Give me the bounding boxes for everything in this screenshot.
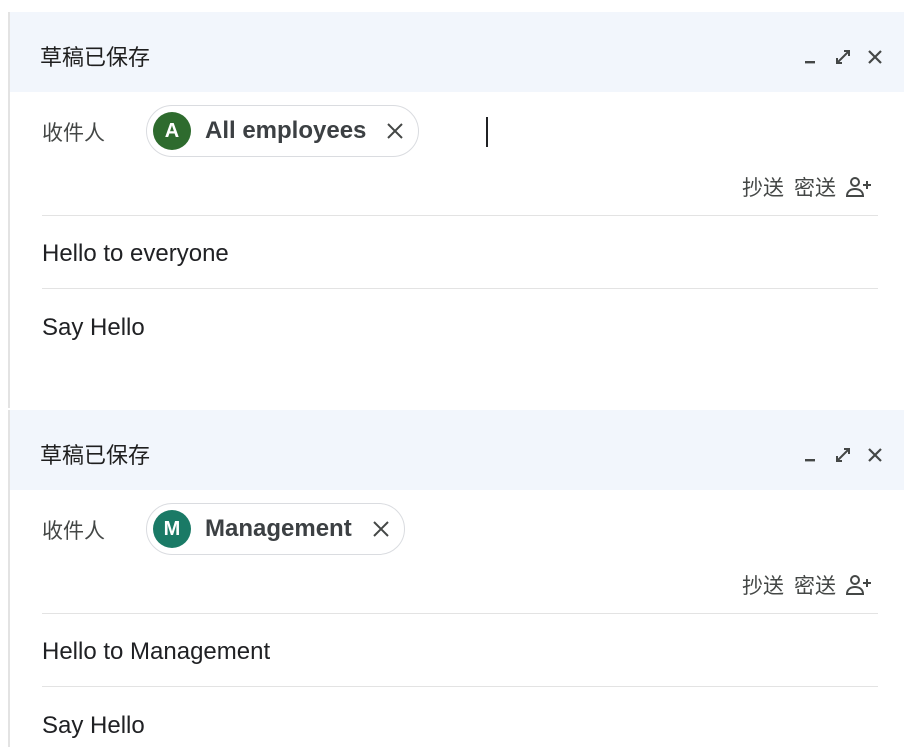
- expand-icon[interactable]: [834, 446, 852, 464]
- compose-header[interactable]: 草稿已保存: [10, 410, 904, 490]
- person-add-icon[interactable]: [846, 176, 872, 198]
- divider: [42, 686, 878, 687]
- close-icon[interactable]: [866, 48, 884, 66]
- expand-icon[interactable]: [834, 48, 852, 66]
- to-label: 收件人: [42, 122, 105, 145]
- divider: [42, 613, 878, 614]
- close-icon[interactable]: [384, 120, 406, 142]
- cc-link[interactable]: 抄送: [742, 172, 784, 202]
- text-cursor: [486, 117, 488, 147]
- avatar: M: [153, 510, 191, 548]
- draft-status-title: 草稿已保存: [40, 45, 151, 70]
- recipient-chip[interactable]: M Management: [146, 503, 405, 555]
- window-controls: [802, 446, 884, 464]
- bcc-link[interactable]: 密送: [794, 172, 836, 202]
- compose-header[interactable]: 草稿已保存: [10, 12, 904, 92]
- minimize-icon[interactable]: [802, 48, 820, 66]
- recipient-name: All employees: [205, 117, 367, 144]
- recipient-name: Management: [205, 515, 352, 542]
- to-row[interactable]: 收件人 A All employees: [40, 105, 878, 161]
- bcc-link[interactable]: 密送: [794, 570, 836, 600]
- draft-status-title: 草稿已保存: [40, 443, 151, 468]
- close-icon[interactable]: [370, 518, 392, 540]
- minimize-icon[interactable]: [802, 446, 820, 464]
- to-label: 收件人: [42, 520, 105, 543]
- divider: [42, 288, 878, 289]
- to-row[interactable]: 收件人 M Management: [40, 503, 878, 559]
- message-body[interactable]: Say Hello: [42, 314, 145, 342]
- cc-bcc-row: 抄送 密送: [742, 570, 872, 600]
- compose-window: 草稿已保存 收件人 A All employees 抄送 密送 Hello to…: [8, 12, 904, 408]
- close-icon[interactable]: [866, 446, 884, 464]
- subject-field[interactable]: Hello to Management: [42, 638, 270, 666]
- divider: [42, 215, 878, 216]
- recipient-chip[interactable]: A All employees: [146, 105, 420, 157]
- window-controls: [802, 48, 884, 66]
- person-add-icon[interactable]: [846, 574, 872, 596]
- subject-field[interactable]: Hello to everyone: [42, 240, 229, 268]
- cc-bcc-row: 抄送 密送: [742, 172, 872, 202]
- compose-window: 草稿已保存 收件人 M Management 抄送 密送 Hello to Ma…: [8, 410, 904, 747]
- avatar: A: [153, 112, 191, 150]
- cc-link[interactable]: 抄送: [742, 570, 784, 600]
- message-body[interactable]: Say Hello: [42, 712, 145, 740]
